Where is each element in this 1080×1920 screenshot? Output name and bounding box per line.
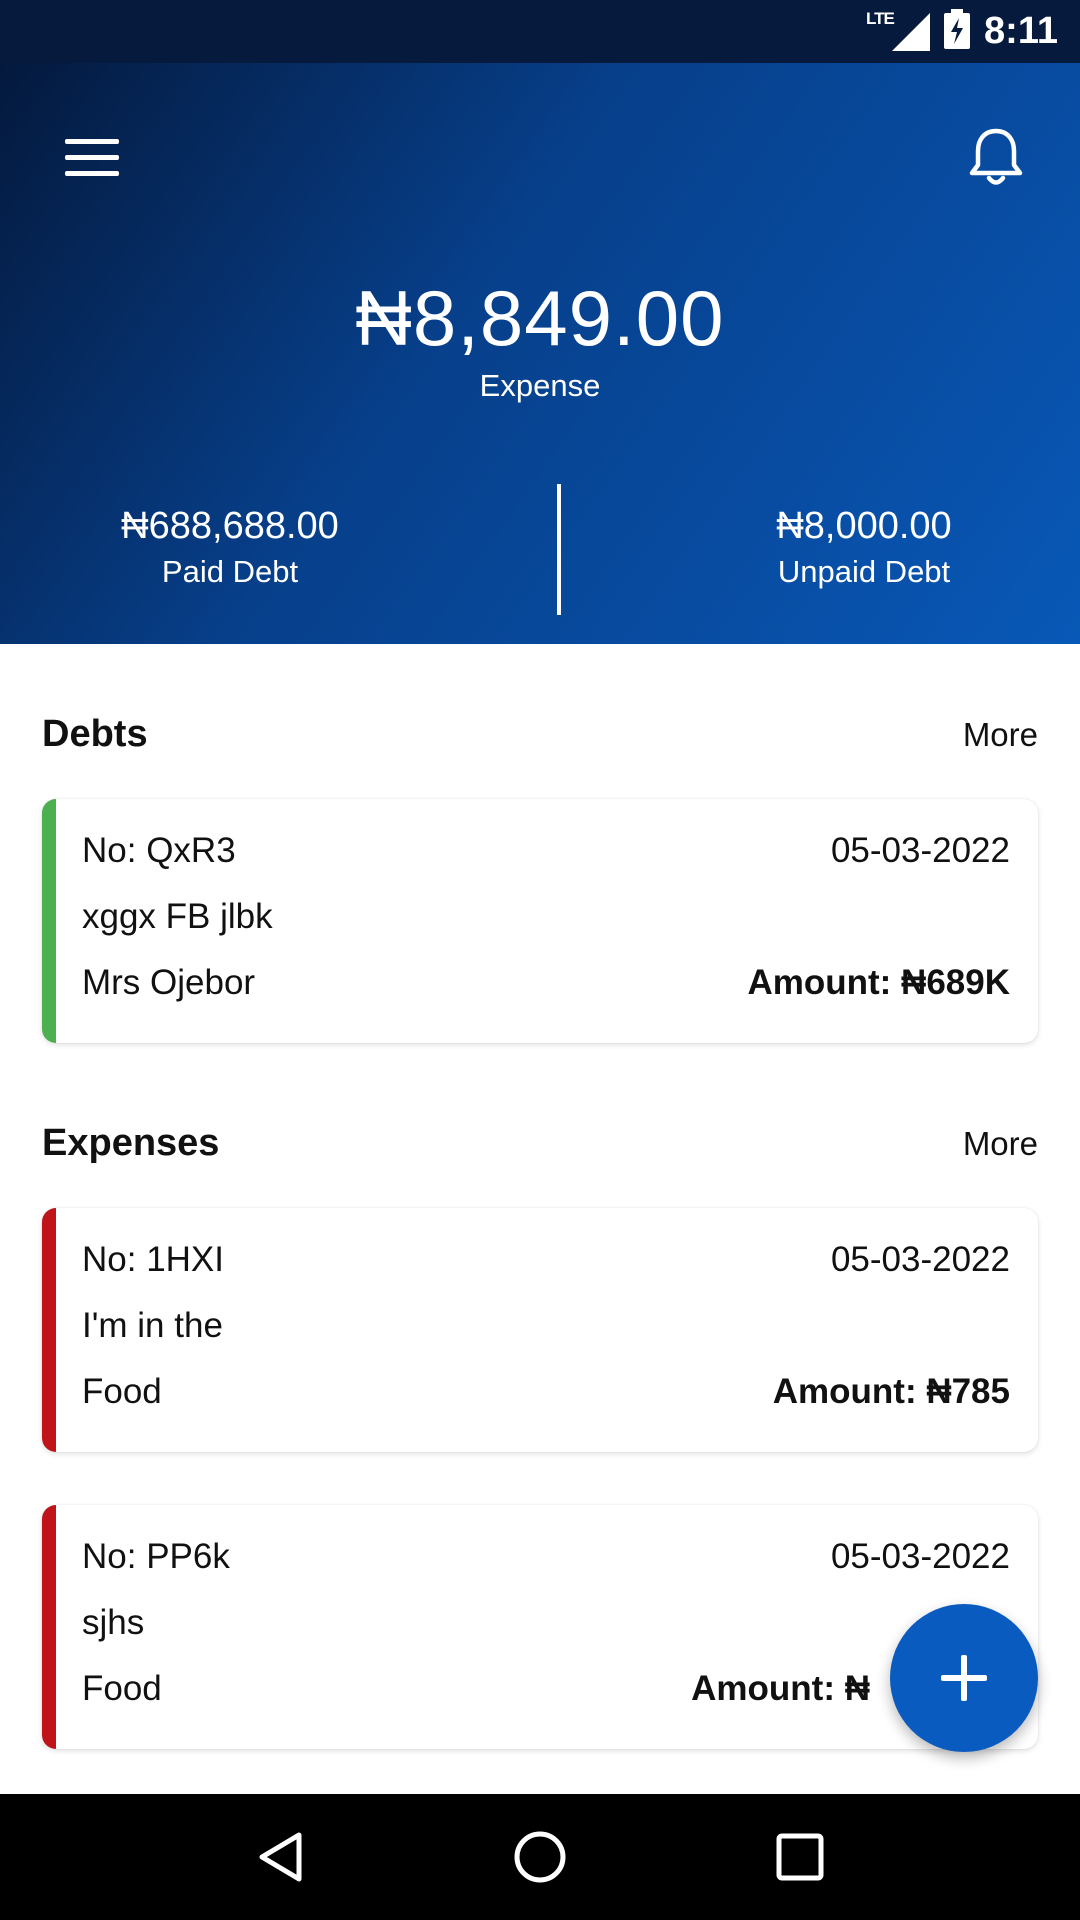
unpaid-debt-value: ₦8,000.00 [776, 505, 952, 547]
expense-category: Food [82, 1372, 162, 1411]
menu-icon [65, 139, 119, 176]
stats-divider [557, 484, 561, 615]
expense-card[interactable]: No: PP6k 05-03-2022 sjhs Food Amount: ₦ [42, 1505, 1038, 1749]
expense-total: ₦8,849.00 [355, 274, 725, 362]
debtor-name: Mrs Ojebor [82, 963, 256, 1002]
paid-debt-value: ₦688,688.00 [121, 505, 339, 547]
expense-description: sjhs [82, 1603, 145, 1642]
nav-recents-button[interactable] [760, 1817, 840, 1897]
card-accent-bar [42, 799, 56, 1043]
expense-number: No: PP6k [82, 1537, 230, 1576]
expense-number: No: 1HXI [82, 1240, 224, 1279]
summary-header: ₦8,849.00 Expense ₦688,688.00 Paid Debt … [0, 63, 1080, 644]
unpaid-debt-label: Unpaid Debt [777, 554, 951, 589]
debts-section-title: Debts [42, 713, 148, 755]
system-nav-bar [0, 1794, 1080, 1920]
debt-date: 05-03-2022 [830, 831, 1010, 870]
nav-home-button[interactable] [500, 1817, 580, 1897]
back-triangle-icon [259, 1832, 302, 1882]
expense-date: 05-03-2022 [830, 1537, 1010, 1576]
expense-date: 05-03-2022 [830, 1240, 1010, 1279]
battery-charging-icon [944, 9, 971, 54]
recents-square-icon [776, 1833, 824, 1881]
app-screen: LTE 8:11 ₦8,849.00 Expense ₦688,688.00 P… [0, 0, 1080, 1920]
bell-icon [969, 128, 1023, 185]
expense-amount: Amount: ₦785 [772, 1372, 1010, 1411]
expense-amount: Amount: ₦ [691, 1669, 870, 1708]
status-bar: LTE 8:11 [0, 0, 1080, 63]
debt-description: xggx FB jlbk [82, 897, 273, 936]
expenses-section-title: Expenses [42, 1122, 220, 1164]
debts-more-link[interactable]: More [963, 716, 1038, 754]
expense-category: Food [82, 1669, 162, 1708]
expense-description: I'm in the [82, 1306, 223, 1345]
notifications-button[interactable] [962, 123, 1030, 191]
card-accent-bar [42, 1208, 56, 1452]
debt-number: No: QxR3 [82, 831, 236, 870]
debt-card[interactable]: No: QxR3 05-03-2022 xggx FB jlbk Mrs Oje… [42, 799, 1038, 1043]
nav-back-button[interactable] [240, 1817, 320, 1897]
add-fab-button[interactable] [890, 1604, 1038, 1752]
menu-button[interactable] [58, 123, 126, 191]
signal-icon: LTE [866, 8, 931, 53]
card-accent-bar [42, 1505, 56, 1749]
paid-debt-stat: ₦688,688.00 Paid Debt [0, 505, 490, 590]
plus-icon [941, 1655, 987, 1701]
expense-card[interactable]: No: 1HXI 05-03-2022 I'm in the Food Amou… [42, 1208, 1038, 1452]
debt-amount: Amount: ₦689K [747, 963, 1010, 1002]
unpaid-debt-stat: ₦8,000.00 Unpaid Debt [604, 505, 1080, 590]
expenses-more-link[interactable]: More [963, 1125, 1038, 1163]
status-time: 8:11 [984, 10, 1058, 52]
network-type: LTE [866, 8, 895, 28]
expense-label: Expense [479, 368, 601, 403]
home-circle-icon [514, 1831, 566, 1883]
paid-debt-label: Paid Debt [161, 554, 299, 589]
